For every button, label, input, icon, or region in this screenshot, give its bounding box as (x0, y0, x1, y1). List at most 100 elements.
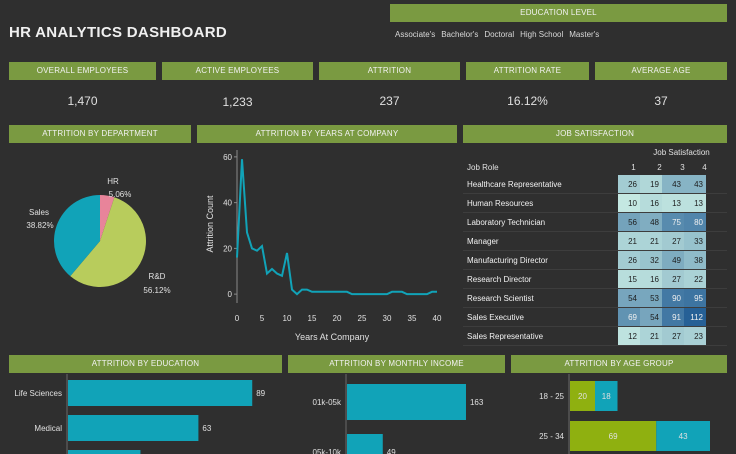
line-x-axis-label: Years At Company (295, 332, 370, 342)
js-cell-healthcare-representative-3[interactable]: 43 (662, 175, 684, 193)
kpi-average-age-header: AVERAGE AGE (595, 62, 727, 80)
js-cell-manager-1[interactable]: 21 (618, 232, 640, 250)
filter-option-doctoral[interactable]: Doctoral (484, 30, 514, 39)
filter-option-high-school[interactable]: High School (520, 30, 563, 39)
income-bar-01k-05k[interactable] (347, 384, 466, 420)
js-cell-manufacturing-director-2[interactable]: 32 (640, 251, 662, 269)
income-panel-header: ATTRITION BY MONTHLY INCOME (288, 355, 505, 373)
js-cell-manufacturing-director-3[interactable]: 49 (662, 251, 684, 269)
js-cell-research-director-2[interactable]: 16 (640, 270, 662, 288)
income-bar-value: 163 (470, 398, 484, 407)
js-cell-laboratory-technician-1[interactable]: 56 (618, 213, 640, 231)
line-x-tick-20: 20 (333, 314, 342, 323)
js-cell-research-director-3[interactable]: 27 (662, 270, 684, 288)
js-cell-sales-executive-3[interactable]: 91 (662, 308, 684, 326)
js-cell-sales-representative-3[interactable]: 27 (662, 327, 684, 345)
js-role-label: Human Resources (467, 199, 534, 208)
filter-option-bachelors[interactable]: Bachelor's (441, 30, 478, 39)
pie-label-hr-name: HR (107, 177, 119, 186)
education-bar-value: 89 (256, 389, 265, 398)
js-cell-healthcare-representative-2[interactable]: 19 (640, 175, 662, 193)
js-cell-human-resources-3[interactable]: 13 (662, 194, 684, 212)
age-bar-value: 69 (609, 432, 618, 441)
js-role-label: Laboratory Technician (467, 218, 546, 227)
js-cell-research-scientist-4[interactable]: 95 (684, 289, 706, 307)
js-cell-manufacturing-director-4[interactable]: 38 (684, 251, 706, 269)
line-x-tick-40: 40 (433, 314, 442, 323)
js-cell-research-director-1[interactable]: 15 (618, 270, 640, 288)
js-cell-sales-representative-4[interactable]: 23 (684, 327, 706, 345)
education-panel-header: ATTRITION BY EDUCATION (9, 355, 282, 373)
kpi-overall-employees-header: OVERALL EMPLOYEES (9, 62, 156, 80)
age-bar-chart: 18 - 25 20 18 25 - 34 69 43 (539, 374, 710, 454)
js-cell-research-scientist-3[interactable]: 90 (662, 289, 684, 307)
education-category-label: Medical (34, 424, 62, 433)
js-role-label: Sales Representative (467, 332, 544, 341)
js-cell-sales-representative-1[interactable]: 12 (618, 327, 640, 345)
kpi-attrition-rate-value: 16.12% (507, 94, 548, 108)
age-panel-header: ATTRITION BY AGE GROUP (511, 355, 727, 373)
js-cell-healthcare-representative-1[interactable]: 26 (618, 175, 640, 193)
line-series-attrition (236, 159, 437, 296)
line-x-tick-30: 30 (383, 314, 392, 323)
js-cell-human-resources-4[interactable]: 13 (684, 194, 706, 212)
pie-label-rd-name: R&D (149, 272, 166, 281)
js-cell-sales-executive-2[interactable]: 54 (640, 308, 662, 326)
line-x-tick-25: 25 (358, 314, 367, 323)
kpi-attrition-header: ATTRITION (319, 62, 460, 80)
line-x-tick-35: 35 (408, 314, 417, 323)
js-cell-sales-executive-1[interactable]: 69 (618, 308, 640, 326)
education-category-label: Life Sciences (14, 389, 62, 398)
js-cell-laboratory-technician-4[interactable]: 80 (684, 213, 706, 231)
education-bar-marketing[interactable] (68, 450, 141, 454)
pie-label-sales-value: 38.82% (26, 221, 53, 230)
education-bar-life-sciences[interactable] (68, 380, 253, 406)
education-bar-medical[interactable] (68, 415, 199, 441)
line-x-tick-10: 10 (283, 314, 292, 323)
js-cell-manager-4[interactable]: 33 (684, 232, 706, 250)
education-level-filter[interactable]: Associate's Bachelor's Doctoral High Sch… (395, 30, 599, 39)
line-x-tick-0: 0 (235, 314, 240, 323)
line-y-tick-60: 60 (223, 153, 232, 162)
js-role-label: Healthcare Representative (467, 180, 562, 189)
js-row-sales-representative: Sales Representative 12 21 27 23 (463, 327, 727, 346)
js-cell-manager-2[interactable]: 21 (640, 232, 662, 250)
js-row-human-resources: Human Resources 10 16 13 13 (463, 194, 727, 213)
line-x-tick-5: 5 (260, 314, 265, 323)
pie-label-rd-value: 56.12% (143, 286, 170, 295)
js-col-1-header: 1 (631, 163, 636, 172)
js-row-healthcare-representative: Healthcare Representative 26 19 43 43 (463, 175, 727, 194)
kpi-average-age-value: 37 (654, 94, 668, 108)
js-cell-laboratory-technician-3[interactable]: 75 (662, 213, 684, 231)
js-cell-human-resources-2[interactable]: 16 (640, 194, 662, 212)
income-bar-05k-10k[interactable] (347, 434, 383, 454)
education-bar-value: 63 (202, 424, 211, 433)
js-cell-human-resources-1[interactable]: 10 (618, 194, 640, 212)
js-cell-sales-executive-4[interactable]: 112 (684, 308, 706, 326)
js-cell-research-director-4[interactable]: 22 (684, 270, 706, 288)
js-row-laboratory-technician: Laboratory Technician 56 48 75 80 (463, 213, 727, 232)
pie-label-sales-name: Sales (29, 208, 49, 217)
line-x-tick-15: 15 (308, 314, 317, 323)
line-y-tick-40: 40 (223, 199, 232, 208)
js-cell-research-scientist-2[interactable]: 53 (640, 289, 662, 307)
js-cell-manufacturing-director-1[interactable]: 26 (618, 251, 640, 269)
line-y-tick-0: 0 (228, 290, 233, 299)
js-role-label: Sales Executive (467, 313, 524, 322)
js-cell-research-scientist-1[interactable]: 54 (618, 289, 640, 307)
job-satisfaction-panel-header: JOB SATISFACTION (463, 125, 727, 143)
age-bar-value: 43 (679, 432, 688, 441)
filter-option-masters[interactable]: Master's (569, 30, 599, 39)
filter-option-associates[interactable]: Associate's (395, 30, 435, 39)
js-cell-manager-3[interactable]: 27 (662, 232, 684, 250)
js-role-label: Research Director (467, 275, 532, 284)
years-line-chart: 0 20 40 60 0 5 10 15 20 25 30 35 40 Years At Company… (205, 150, 442, 342)
income-category-label: 05k-10k (313, 448, 342, 454)
js-cell-healthcare-representative-4[interactable]: 43 (684, 175, 706, 193)
age-category-label: 18 - 25 (539, 392, 564, 401)
js-col-4-header: 4 (702, 163, 707, 172)
js-cell-laboratory-technician-2[interactable]: 48 (640, 213, 662, 231)
department-pie-chart: HR 5.06% R&D 56.12% Sales 38.82% (26, 177, 170, 295)
js-cell-sales-representative-2[interactable]: 21 (640, 327, 662, 345)
js-row-research-director: Research Director 15 16 27 22 (463, 270, 727, 289)
